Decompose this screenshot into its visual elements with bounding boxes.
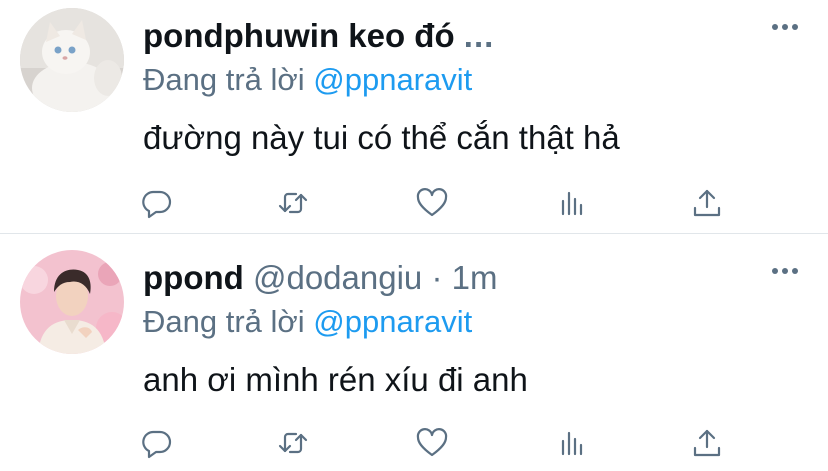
replying-to: Đang trả lời @ppnaravit <box>143 302 472 342</box>
share-icon <box>693 189 721 217</box>
separator-dot: · <box>431 259 443 296</box>
retweet-button[interactable] <box>276 186 310 220</box>
reply-icon <box>142 190 172 219</box>
stats-icon <box>561 191 583 216</box>
display-name[interactable]: ppond <box>143 259 244 296</box>
reply-button[interactable] <box>140 426 174 460</box>
stats-icon <box>561 431 583 456</box>
replying-to-label: Đang trả lời <box>143 304 305 339</box>
replying-to-label: Đang trả lời <box>143 62 305 97</box>
share-icon <box>693 429 721 457</box>
more-options-icon[interactable] <box>772 268 798 276</box>
reply-icon <box>142 430 172 459</box>
avatar[interactable] <box>20 8 124 112</box>
tweet-header: ppond @dodangiu · 1m <box>143 256 497 300</box>
user-handle[interactable]: @dodangiu <box>253 259 422 296</box>
tweet[interactable]: ppond @dodangiu · 1m Đang trả lời @ppnar… <box>0 234 828 471</box>
truncation-ellipsis: ... <box>463 17 495 54</box>
tweet-text: đường này tui có thể cắn thật hả <box>143 119 620 156</box>
share-button[interactable] <box>690 426 724 460</box>
kitten-avatar-image <box>20 8 124 112</box>
more-options-icon[interactable] <box>772 24 798 32</box>
person-avatar-image <box>20 250 124 354</box>
like-button[interactable] <box>415 186 449 220</box>
tweet-text: anh ơi mình rén xíu đi anh <box>143 361 528 398</box>
timestamp[interactable]: 1m <box>452 259 498 296</box>
like-button[interactable] <box>415 426 449 460</box>
tweet-header: pondphuwin keo đó ... <box>143 14 494 58</box>
analytics-button[interactable] <box>554 186 588 220</box>
analytics-button[interactable] <box>554 426 588 460</box>
display-name[interactable]: pondphuwin keo đó <box>143 17 455 54</box>
retweet-icon <box>278 432 308 454</box>
retweet-button[interactable] <box>276 426 310 460</box>
tweet-actions <box>0 186 828 220</box>
share-button[interactable] <box>690 186 724 220</box>
avatar[interactable] <box>20 250 124 354</box>
retweet-icon <box>278 192 308 214</box>
tweet-actions <box>0 426 828 460</box>
like-icon <box>416 428 448 457</box>
replying-to: Đang trả lời @ppnaravit <box>143 60 472 100</box>
reply-button[interactable] <box>140 186 174 220</box>
tweet[interactable]: pondphuwin keo đó ... Đang trả lời @ppna… <box>0 0 828 233</box>
mention-link[interactable]: @ppnaravit <box>313 304 472 339</box>
like-icon <box>416 188 448 217</box>
mention-link[interactable]: @ppnaravit <box>313 62 472 97</box>
